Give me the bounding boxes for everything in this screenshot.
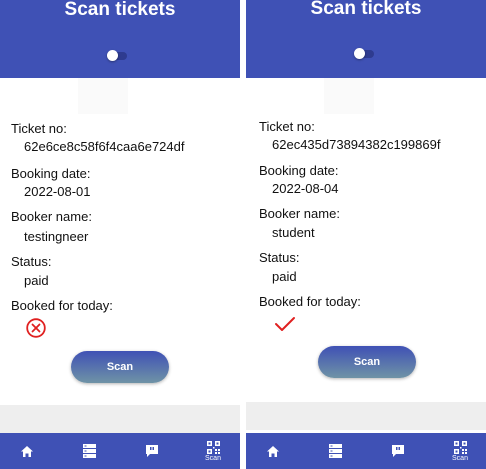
toggle-thumb [107, 50, 118, 61]
booking-date-label: Booking date: [11, 166, 91, 181]
status-label: Status: [259, 250, 300, 265]
booked-today-label: Booked for today: [259, 294, 361, 309]
booker-name-label: Booker name: [259, 206, 340, 221]
camera-preview-placeholder [324, 78, 374, 114]
qr-code-icon [206, 440, 220, 454]
nav-list[interactable] [322, 433, 348, 469]
chat-icon [145, 444, 159, 458]
booking-date-value: 2022-08-01 [24, 184, 91, 199]
cross-circle-icon [26, 318, 46, 338]
status-value: paid [24, 273, 49, 288]
ticket-no-value: 62e6ce8c58f6f4caa6e724df [24, 139, 185, 154]
nav-chat[interactable] [139, 433, 165, 469]
page-title: Scan tickets [310, 0, 422, 19]
nav-home[interactable] [260, 433, 286, 469]
bottom-spacer [0, 405, 240, 433]
app-header: Scan tickets [0, 0, 240, 78]
toggle-thumb [354, 48, 365, 59]
scan-button[interactable]: Scan [318, 346, 416, 378]
mode-toggle[interactable] [107, 50, 127, 61]
camera-preview-placeholder [78, 78, 128, 114]
nav-scan-label: Scan [205, 454, 221, 462]
nav-list[interactable] [76, 433, 102, 469]
app-header: Scan tickets [246, 0, 486, 78]
booker-name-value: student [272, 225, 315, 240]
nav-home[interactable] [14, 433, 40, 469]
scan-screen-left: Scan tickets Ticket no: 62e6ce8c58f6f4ca… [0, 0, 240, 469]
home-icon [20, 445, 34, 458]
status-value: paid [272, 269, 297, 284]
page-title: Scan tickets [64, 0, 176, 20]
list-icon [328, 443, 343, 459]
qr-code-icon [453, 440, 467, 454]
scan-button[interactable]: Scan [71, 351, 169, 383]
booking-date-value: 2022-08-04 [272, 181, 339, 196]
ticket-no-label: Ticket no: [11, 121, 67, 136]
nav-scan[interactable]: Scan [446, 433, 474, 469]
bottom-navigation: Scan [246, 433, 486, 469]
status-label: Status: [11, 254, 52, 269]
nav-scan[interactable]: Scan [199, 433, 227, 469]
list-icon [82, 443, 97, 459]
booker-name-label: Booker name: [11, 209, 92, 224]
bottom-spacer [246, 402, 486, 430]
ticket-no-label: Ticket no: [259, 119, 315, 134]
booking-date-label: Booking date: [259, 163, 339, 178]
home-icon [266, 445, 280, 458]
ticket-no-value: 62ec435d73894382c199869f [272, 137, 441, 152]
booker-name-value: testingneer [24, 229, 89, 244]
booked-today-label: Booked for today: [11, 298, 113, 313]
chat-icon [391, 444, 405, 458]
checkmark-icon [274, 315, 296, 333]
bottom-navigation: Scan [0, 433, 240, 469]
nav-scan-label: Scan [452, 454, 468, 462]
mode-toggle[interactable] [354, 48, 374, 59]
nav-chat[interactable] [385, 433, 411, 469]
scan-screen-right: Scan tickets Ticket no: 62ec435d73894382… [246, 0, 486, 469]
